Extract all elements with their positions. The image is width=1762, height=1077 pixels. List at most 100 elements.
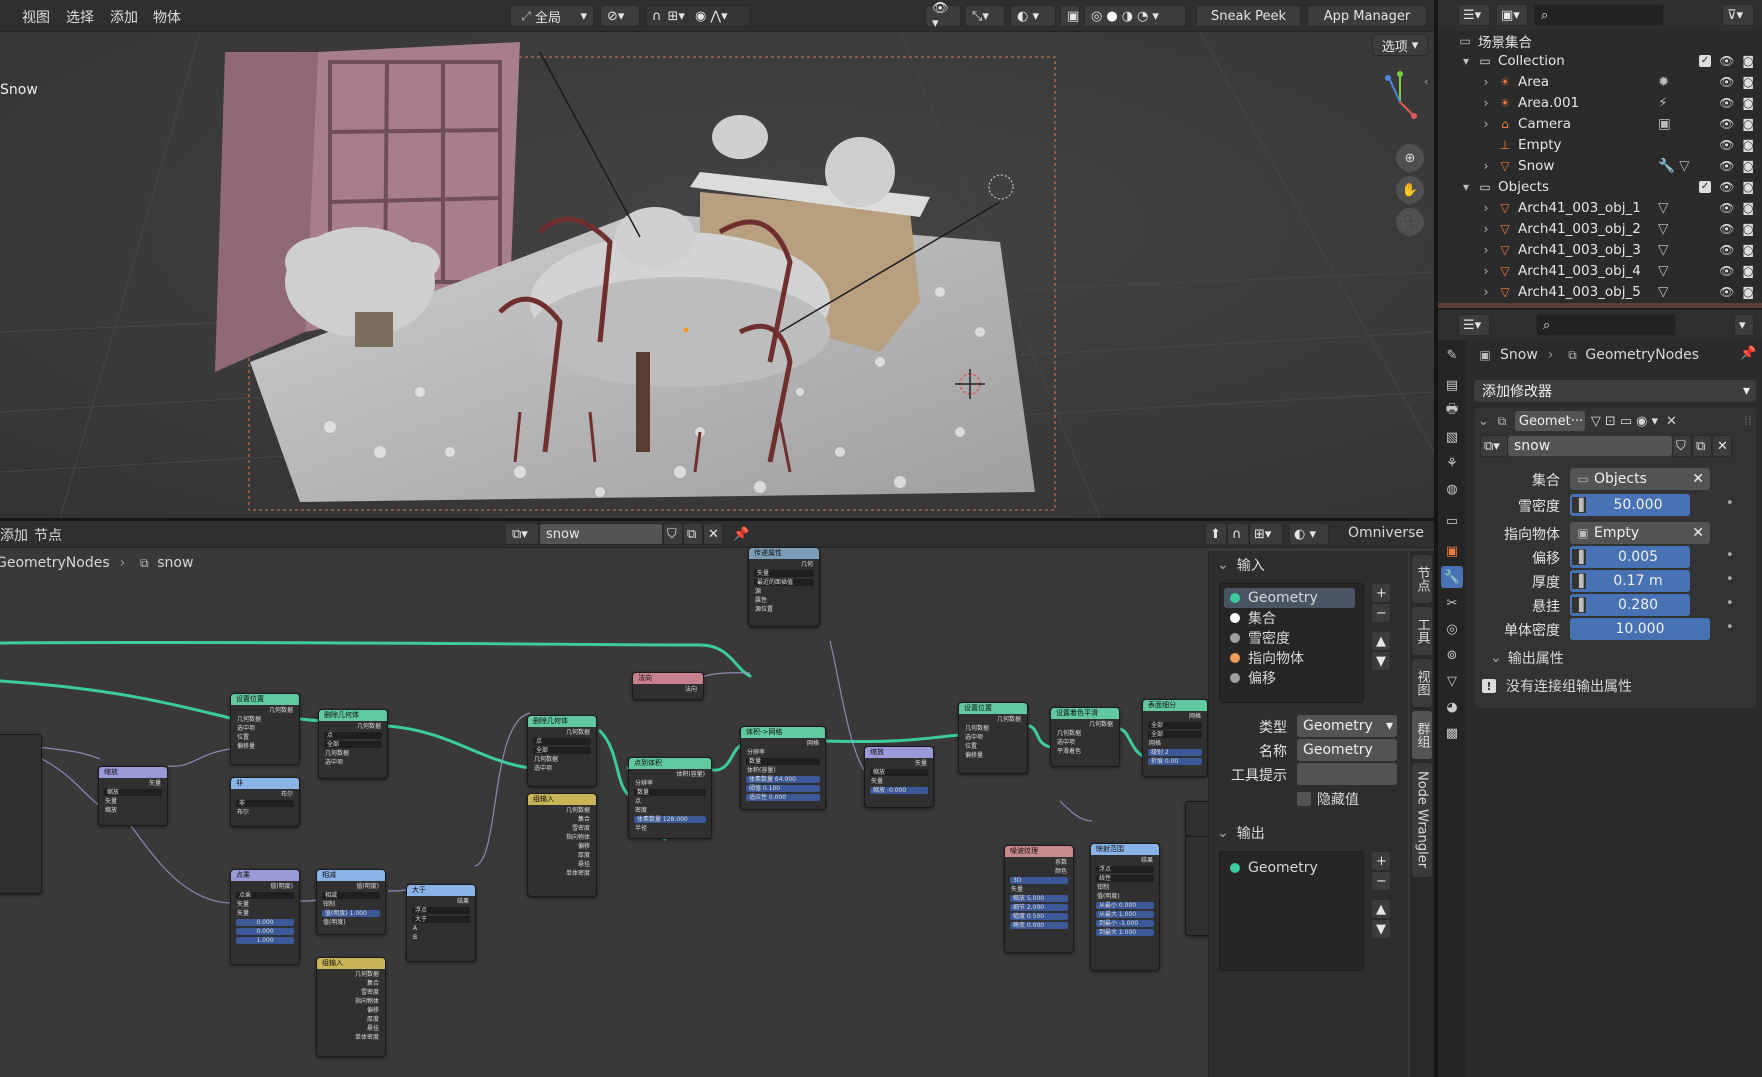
input-item-target-object[interactable]: 指向物体 bbox=[1224, 648, 1359, 668]
options-button[interactable]: 选项 ▾ bbox=[1372, 34, 1428, 56]
render-camera-icon[interactable]: ◉ bbox=[1636, 414, 1647, 429]
outliner-item-arch41-003-obj-5[interactable]: › ▽ Arch41_003_obj_5 ▽ 👁 ◙ bbox=[1438, 281, 1762, 302]
filter-icon[interactable]: ⊽▾ bbox=[1722, 4, 1754, 26]
node-set-position-2[interactable]: 设置位置 几何数据 几何数据 选中项 位置 偏移量 bbox=[958, 702, 1028, 774]
chevron-right-icon[interactable]: › bbox=[1480, 157, 1492, 175]
node-dot-product[interactable]: 点乘 值(明度) 点乘 矢量 矢量 0.000 0.000 1.000 bbox=[230, 869, 300, 965]
node-field[interactable]: 数量 bbox=[634, 789, 706, 796]
chevron-down-icon[interactable]: ▾ bbox=[1460, 178, 1472, 196]
node-field[interactable]: 阈值 0.100 bbox=[746, 785, 820, 792]
overlay-dropdown[interactable]: ◐ ▾ bbox=[1010, 5, 1056, 27]
tool-icon[interactable]: ✎ bbox=[1441, 344, 1463, 366]
move-up-button[interactable]: ▲ bbox=[1371, 899, 1391, 919]
node-field[interactable]: 到最大 1.000 bbox=[1096, 929, 1154, 936]
outliner-item-camera[interactable]: › ⌂ Camera ▣ 👁 ◙ bbox=[1438, 113, 1762, 134]
node-field[interactable]: 级别 2 bbox=[1148, 749, 1202, 756]
node-field[interactable]: 值(明度) 1.000 bbox=[322, 910, 380, 917]
node-field[interactable]: 点 bbox=[324, 732, 382, 739]
fake-user-shield-icon[interactable]: ⛉ bbox=[1672, 435, 1692, 457]
node-scale-1[interactable]: 缩放 矢量 缩放 矢量 缩放 bbox=[98, 766, 168, 826]
node-group-input-1[interactable]: 组输入 几何数据 集合 雪密度 指向物体 偏移 厚度 悬挂 单体密度 bbox=[527, 793, 597, 897]
overlay-icon[interactable]: ◐ ▾ bbox=[1289, 523, 1329, 545]
outliner-item-arch41-003-obj-1[interactable]: › ▽ Arch41_003_obj_1 ▽ 👁 ◙ bbox=[1438, 197, 1762, 218]
texture-icon[interactable]: ▩ bbox=[1441, 722, 1463, 744]
render-camera-icon[interactable]: ◙ bbox=[1742, 222, 1754, 236]
node-map-range[interactable]: 映射范围 结果 浮点 线性 钳制 值(明度) 从最小 0.000 从最大 1.0… bbox=[1090, 843, 1160, 971]
attribute-toggle-icon[interactable]: ▐ bbox=[1572, 549, 1586, 565]
editor-type-icon[interactable]: ☰▾ bbox=[1458, 4, 1490, 26]
outliner-item-empty[interactable]: ⊥ Empty 👁 ◙ bbox=[1438, 134, 1762, 155]
keyframe-dot-icon[interactable]: • bbox=[1726, 572, 1734, 587]
node-not[interactable]: 非 布尔 非 布尔 bbox=[230, 777, 300, 827]
render-camera-icon[interactable]: ◙ bbox=[1742, 117, 1754, 131]
eye-icon[interactable]: 👁 bbox=[1719, 159, 1734, 173]
node-field[interactable]: 体素数量 128.000 bbox=[634, 816, 706, 823]
eye-icon[interactable]: 👁 bbox=[1719, 243, 1734, 257]
node-field[interactable]: 相减 bbox=[322, 892, 380, 899]
render-icon[interactable]: ▤ bbox=[1441, 374, 1463, 396]
node-subdivide[interactable]: 表面细分 网格 全部 全部 网格 级别 2 折痕 0.00 bbox=[1142, 699, 1208, 777]
outliner-item-objects[interactable]: ▾ ▭ Objects ✓ 👁 ◙ bbox=[1438, 176, 1762, 197]
move-down-button[interactable]: ▼ bbox=[1371, 919, 1391, 939]
eye-icon[interactable]: 👁 bbox=[1719, 285, 1734, 299]
node-field[interactable]: 非 bbox=[236, 800, 294, 807]
inputs-list[interactable]: Geometry 集合 雪密度 指向物体 偏移 bbox=[1219, 583, 1364, 703]
remove-output-button[interactable]: − bbox=[1371, 871, 1391, 891]
node-field[interactable]: 从最大 1.000 bbox=[1096, 911, 1154, 918]
render-camera-icon[interactable]: ◙ bbox=[1742, 285, 1754, 299]
area-divider-horizontal[interactable] bbox=[0, 518, 1434, 521]
chevron-right-icon[interactable]: › bbox=[1480, 73, 1492, 91]
tab-node-wrangler[interactable]: Node Wrangler bbox=[1412, 763, 1432, 877]
menu-select[interactable]: 选择 bbox=[66, 7, 94, 27]
attribute-toggle-icon[interactable]: ▐ bbox=[1572, 573, 1586, 589]
hide-value-checkbox[interactable]: 隐藏值 bbox=[1297, 789, 1359, 809]
input-item-offset[interactable]: 偏移 bbox=[1224, 668, 1359, 688]
node-volume-to-mesh[interactable]: 体积->网格 网格 分辨率 数量 体积(容量) 体素数量 64.000 阈值 0… bbox=[740, 726, 826, 810]
name-field[interactable]: Geometry bbox=[1297, 739, 1397, 761]
viewport-3d[interactable]: 视图 选择 添加 物体 ⤢ 全局 ▾ ⊘▾ ∩ ⊞▾ ◉ ⋀▾ 👁▾ ⤡▾ ◐ ▾… bbox=[0, 0, 1434, 518]
node-field[interactable]: 点 bbox=[533, 738, 591, 745]
cage-icon[interactable]: ⊡ bbox=[1605, 414, 1616, 429]
eye-icon[interactable]: 👁 bbox=[1719, 138, 1734, 152]
chevron-right-icon[interactable]: › bbox=[1480, 283, 1492, 301]
attribute-toggle-icon[interactable]: ▐ bbox=[1572, 597, 1586, 613]
viewport-canvas[interactable]: Snow 选项 ▾ ⊕ ✋ 🎥 ‹ bbox=[0, 31, 1434, 518]
omniverse-menu[interactable]: Omniverse bbox=[1348, 525, 1424, 541]
node-field[interactable]: 3D bbox=[1010, 877, 1068, 884]
modifier-name-field[interactable]: Geomet··· bbox=[1514, 411, 1585, 431]
snap-icon[interactable]: ∩ bbox=[1227, 523, 1249, 545]
tab-group[interactable]: 群组 bbox=[1412, 711, 1432, 759]
modifier-wrench-icon[interactable]: 🔧 bbox=[1441, 566, 1463, 588]
render-camera-icon[interactable]: ◙ bbox=[1742, 54, 1754, 68]
node-field[interactable]: 缩放 -0.000 bbox=[870, 787, 928, 794]
chevron-right-icon[interactable]: › bbox=[1480, 115, 1492, 133]
node-greater-than[interactable]: 大于 结果 浮点 大于 A B bbox=[406, 884, 476, 962]
snapping-controls[interactable]: ∩ ⊞▾ ◉ ⋀▾ bbox=[645, 5, 751, 27]
menu-view[interactable]: 视图 bbox=[22, 7, 50, 27]
node-field[interactable]: 点乘 bbox=[236, 892, 294, 899]
outliner-item-arch41-003-obj-3[interactable]: › ▽ Arch41_003_obj_3 ▽ 👁 ◙ bbox=[1438, 239, 1762, 260]
node-delete-geometry-1[interactable]: 删除几何体 几何数据 点 全部 几何数据 选中项 bbox=[318, 709, 388, 779]
close-icon[interactable]: ✕ bbox=[1692, 471, 1704, 487]
outputs-panel-header[interactable]: ⌄ 输出 bbox=[1217, 823, 1265, 843]
offset-field[interactable]: ▐ 0.005 bbox=[1570, 546, 1690, 568]
node-editor-tools[interactable]: ⬆ ∩ ⊞▾ ◐ ▾ bbox=[1205, 523, 1329, 545]
material-icon[interactable]: ◕ bbox=[1441, 696, 1463, 718]
node-tree-field[interactable]: snow bbox=[1508, 436, 1672, 456]
eye-icon[interactable]: 👁 bbox=[1719, 117, 1734, 131]
node-field[interactable]: 全部 bbox=[1148, 731, 1202, 738]
move-up-button[interactable]: ▲ bbox=[1371, 631, 1391, 651]
chevron-down-icon[interactable]: ⌄ bbox=[1478, 414, 1489, 429]
node-noise-texture[interactable]: 噪波纹理 系数 颜色 3D 矢量 缩放 5.000 细节 2.000 糙度 0.… bbox=[1004, 845, 1074, 953]
keyframe-dot-icon[interactable]: • bbox=[1726, 620, 1734, 635]
unit-density-field[interactable]: 10.000 bbox=[1570, 618, 1710, 640]
snow-density-field[interactable]: ▐ 50.000 bbox=[1570, 494, 1690, 516]
keyframe-dot-icon[interactable]: • bbox=[1726, 596, 1734, 611]
tab-node[interactable]: 节点 bbox=[1412, 555, 1432, 603]
node-field[interactable]: 体素数量 64.000 bbox=[746, 776, 820, 783]
outliner-search-input[interactable]: ⌕ bbox=[1534, 4, 1664, 26]
eye-icon[interactable]: 👁 bbox=[1719, 201, 1734, 215]
render-camera-icon[interactable]: ◙ bbox=[1742, 75, 1754, 89]
constraints-icon[interactable]: ⊚ bbox=[1441, 644, 1463, 666]
node-field[interactable]: 全部 bbox=[533, 747, 591, 754]
